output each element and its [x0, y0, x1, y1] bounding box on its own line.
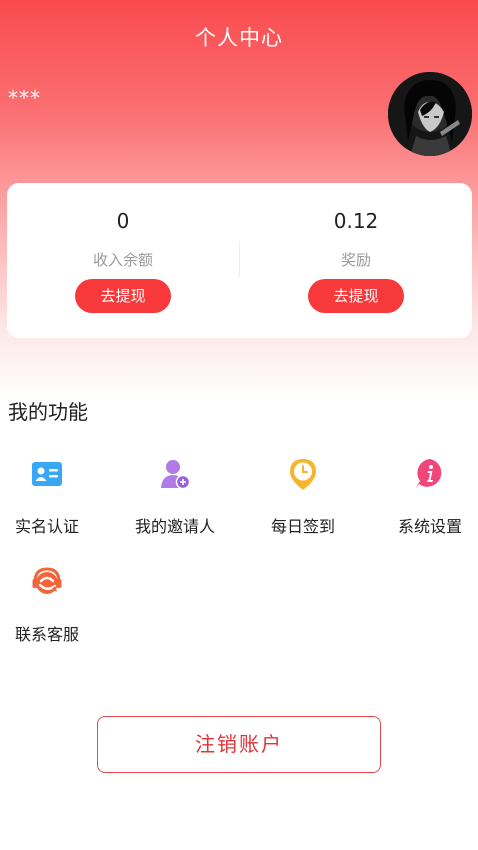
function-real-name-auth[interactable]: 实名认证: [0, 458, 107, 538]
id-card-icon: [31, 458, 63, 490]
reward-withdraw-button[interactable]: 去提现: [308, 279, 404, 313]
clock-pin-icon: [287, 458, 319, 490]
income-label: 收入余额: [92, 251, 153, 269]
balance-card: 0 收入余额 去提现 0.12 奖励 去提现: [7, 183, 472, 338]
inviter-icon: [159, 458, 191, 490]
function-my-inviter[interactable]: 我的邀请人: [115, 458, 235, 538]
avatar-image: [388, 72, 472, 156]
function-contact-support[interactable]: 联系客服: [0, 566, 107, 646]
function-label: 系统设置: [397, 517, 462, 536]
reward-balance: 0.12 奖励 去提现: [240, 183, 472, 338]
income-balance: 0 收入余额 去提现: [7, 183, 239, 338]
function-label: 每日签到: [270, 517, 335, 536]
reward-label: 奖励: [340, 251, 371, 269]
info-bubble-icon: [414, 458, 446, 490]
page-title: 个人中心: [195, 26, 283, 50]
avatar[interactable]: [388, 72, 472, 156]
functions-section-title: 我的功能: [8, 400, 88, 424]
function-system-settings[interactable]: 系统设置: [370, 458, 478, 538]
function-label: 实名认证: [14, 517, 79, 536]
function-daily-checkin[interactable]: 每日签到: [243, 458, 363, 538]
reward-value: 0.12: [333, 209, 379, 233]
username: ***: [8, 86, 41, 110]
income-withdraw-button[interactable]: 去提现: [75, 279, 171, 313]
logout-account-button[interactable]: 注销账户: [97, 716, 381, 773]
income-value: 0: [116, 209, 130, 233]
function-label: 我的邀请人: [134, 517, 215, 536]
function-label: 联系客服: [14, 625, 79, 644]
headset-icon: [31, 566, 63, 598]
profile-page: 个人中心 *** 0 收入余额 去提现 0.12 奖励 去提现 我的功能 实名认…: [0, 0, 478, 850]
